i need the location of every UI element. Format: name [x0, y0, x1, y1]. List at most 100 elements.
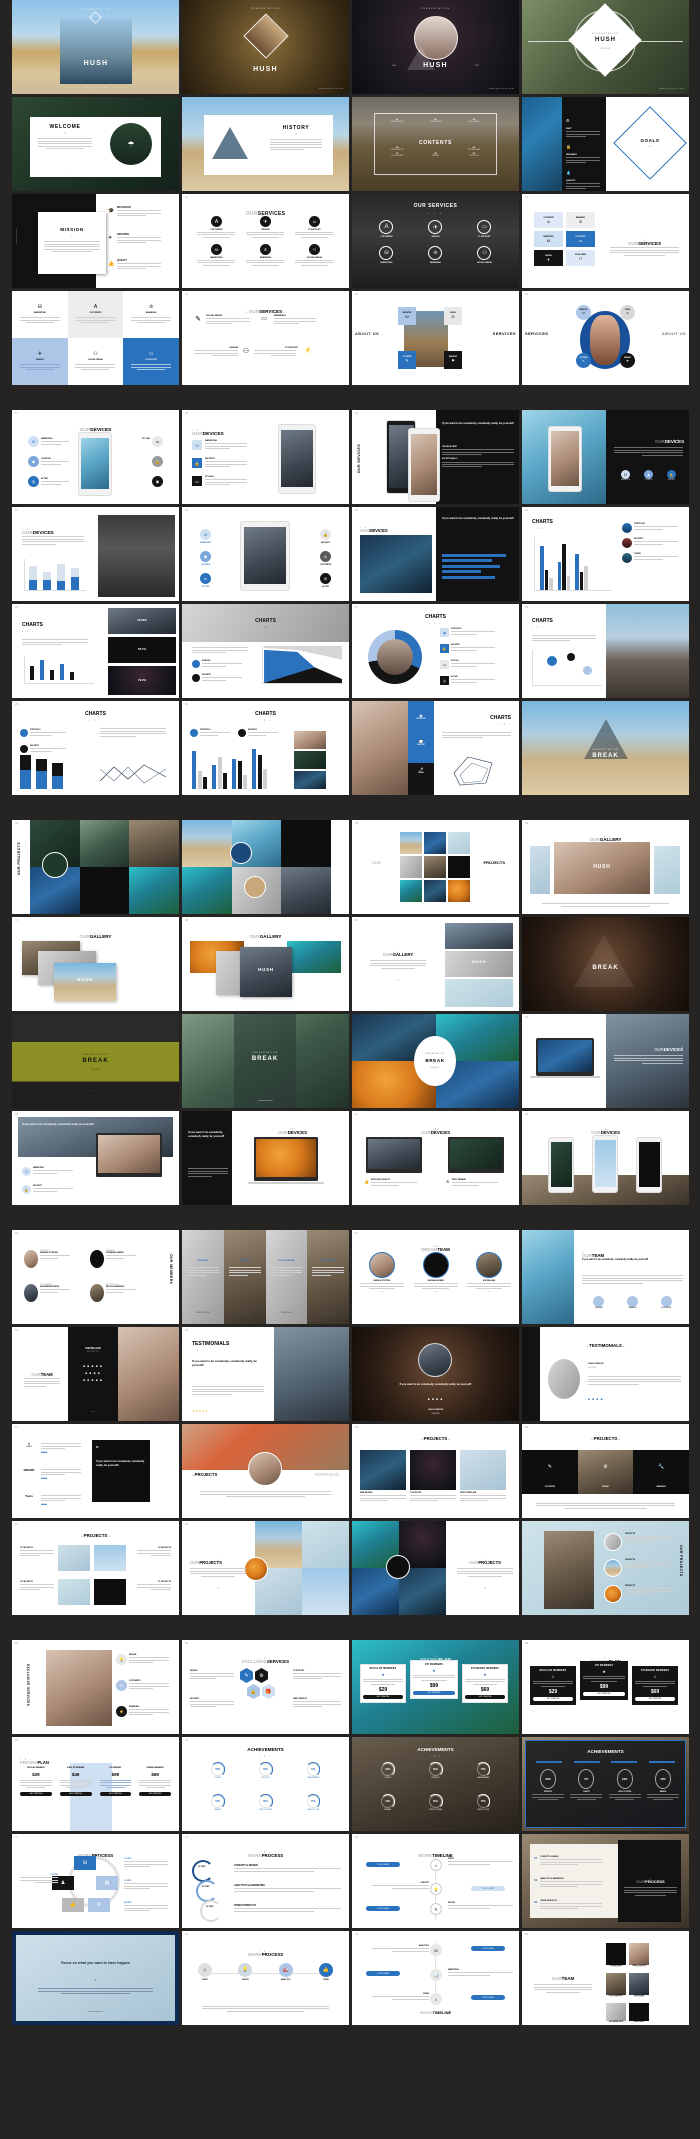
project-card[interactable]: PRINT TEMPLATE: [460, 1450, 506, 1503]
device-feature[interactable]: 🔒 SECURITY: [320, 529, 331, 544]
team-member[interactable]: KIM WILLIAM PHOTOGRAPHER: [629, 1973, 649, 1998]
tile-branding[interactable]: BRANDING ⚑: [444, 351, 462, 369]
achievement-ring[interactable]: 65% CUPS OF COFFEE: [428, 1794, 443, 1811]
slide-thumbnail[interactable]: PRESENTATION BREAK www.yoursite.com: [182, 1014, 349, 1108]
slide-thumbnail[interactable]: 63 OURPROJECTS ✦ ✦: [352, 1521, 519, 1615]
slide-thumbnail[interactable]: 48 OURDEVICES • ✦ •: [522, 1111, 689, 1205]
exclusive-item[interactable]: 💡 DESIGN: [116, 1654, 169, 1665]
slide-thumbnail[interactable]: 19 OUR DEVICES If you want to be somebod…: [352, 410, 519, 504]
thumbs-up-icon[interactable]: 👍: [62, 1898, 84, 1912]
slide-thumbnail[interactable]: 14 ✦ OURSERVICES ✦ ✎ SOCIAL MEDIA ▭ BRAN…: [182, 291, 349, 385]
panel-item[interactable]: ◉ PORTFOLIO: [410, 713, 432, 720]
plan-cta[interactable]: GET STARTED: [465, 1694, 505, 1699]
slide-thumbnail[interactable]: 70 ACHIEVEMENTS • ✦ • 65% CLIENTS 60% PROJ…: [182, 1737, 349, 1831]
collage-photo[interactable]: [302, 1521, 349, 1568]
slide-thumbnail[interactable]: Focus on what you want to have happen ✦ …: [12, 1931, 179, 2025]
timeline-button[interactable]: CLICK HERE: [366, 1862, 400, 1867]
project-entry[interactable]: PROJECTS: [604, 1585, 671, 1603]
timeline-button[interactable]: CLICK HERE: [471, 1886, 505, 1891]
device-feature[interactable]: MARKETING: [41, 438, 69, 446]
project-card[interactable]: WEB DESIGN: [360, 1450, 406, 1503]
slide-thumbnail[interactable]: 33 OUR PROJECTS: [12, 820, 179, 914]
mosaic-photo[interactable]: [79, 820, 130, 867]
slide-thumbnail[interactable]: 67 PRICINGPLAN ✦ REGULAR MEMBERS ★ $29 G…: [352, 1640, 519, 1734]
slide-thumbnail[interactable]: 57 ❝ LOGO ■■■■ BRAND ■■■■ Tools ■■■■ ❞ If…: [12, 1424, 179, 1518]
chip-design[interactable]: DESIGN ♔: [620, 305, 635, 320]
grid-photo[interactable]: [424, 880, 446, 902]
achievement-ring[interactable]: 70% TEAM MEMBERS: [476, 1762, 491, 1779]
service-tile[interactable]: SOCIAL MEDIA ⚇: [566, 250, 595, 266]
chip-copywrite[interactable]: COPYWRITE ✎: [576, 353, 591, 368]
service-tile[interactable]: IT SUPPORT ▭: [566, 231, 595, 247]
slide-thumbnail[interactable]: 75 WORKTIMELINE CLICK HERE ⌂ START CONCE…: [352, 1834, 519, 1928]
chip-marketing[interactable]: ⛁ MARKETING: [621, 470, 630, 481]
panel-item[interactable]: 💬 SUPPORT: [410, 739, 432, 746]
project-tile[interactable]: ⚙ DESIGN: [577, 1450, 634, 1494]
slide-thumbnail[interactable]: 34 OUR PROJECTS: [182, 820, 349, 914]
exclusive-item[interactable]: DESIGN: [190, 1670, 234, 1681]
gallery-photo-main[interactable]: [240, 947, 292, 997]
slide-thumbnail[interactable]: 76 01CONCEPT & DESIGN 02ANALYTICS & MARK…: [522, 1834, 689, 1928]
slide-thumbnail[interactable]: 35 OUR PROJECTS: [352, 820, 519, 914]
device-feature[interactable]: 👍 EXCELLENT QUALITY: [364, 1179, 417, 1187]
stat-item[interactable]: ILLUSTRATOR: [660, 1296, 672, 1309]
pricing-card-featured[interactable]: VIP MEMBERS $99 GET STARTED: [96, 1767, 136, 1797]
process-item[interactable]: 02 ANALYTICS & MARKETING: [534, 1878, 603, 1889]
stylish-icon[interactable]: ▭: [152, 436, 163, 447]
device-feature[interactable]: ⛁ MARKETING: [192, 440, 247, 451]
timeline-button[interactable]: CLICK HERE: [471, 1995, 505, 2000]
service-item[interactable]: BRANDING: [274, 315, 318, 326]
doc-icon[interactable]: ▤: [96, 1876, 118, 1890]
slide-thumbnail[interactable]: 9 www.yoursite.com MISSION ✦ 🎓 EDUCATION…: [12, 194, 179, 288]
mosaic-photo[interactable]: [79, 867, 130, 914]
plan-cta[interactable]: GET STARTED: [583, 1691, 625, 1696]
team-member[interactable]: PROGRAMMER ALEXANDER SMITH: [24, 1284, 70, 1302]
timeline-item[interactable]: FINISH: [372, 1993, 429, 2001]
plan-cta[interactable]: GET STARTED: [363, 1694, 403, 1699]
device-feature[interactable]: 🔒 SECURITY: [192, 458, 247, 469]
slide-thumbnail[interactable]: 73 WORKPROCESS ⛁ ♟ ▤ 👍 ♔ 01 STEP 02 STEP…: [12, 1834, 179, 1928]
active-icon[interactable]: ◎: [28, 476, 39, 487]
mosaic-photo[interactable]: [281, 820, 331, 867]
slide-thumbnail[interactable]: 15 ABOUT US SERVICES MARKETING ⛁ DESIGN …: [352, 291, 519, 385]
project-entry[interactable]: PROJECTS: [604, 1559, 671, 1577]
team-member[interactable]: JHORDAN GREEN • ✦ •: [413, 1252, 458, 1293]
service-item[interactable]: ♔ BRANDING: [241, 244, 290, 267]
service-item[interactable]: ▭ IT SUPPORT: [460, 220, 509, 238]
device-feature[interactable]: ACTIVE: [41, 478, 69, 486]
service-tile[interactable]: COPYWRITE A: [534, 212, 563, 228]
pricing-card[interactable]: REGULAR MEMBERS ☆ $29 GET STARTED: [530, 1666, 576, 1705]
chip-security[interactable]: 🔒 SECURITY: [667, 470, 676, 481]
pricing-card[interactable]: PREMIUM MEMBERS $69 GET STARTED: [135, 1767, 175, 1797]
exclusive-item[interactable]: ✎ COPYWRITE: [116, 1680, 169, 1691]
service-item[interactable]: ⚇ SOCIAL MEDIA: [290, 244, 339, 267]
slide-thumbnail[interactable]: PRESENTATION BREAK 2016 | 2017 www.yours…: [12, 1014, 179, 1108]
slide-thumbnail[interactable]: 66 EXCLUSIVESERVICES • ✦ • ✎ ⚙ 🔒 🎁 DESIG…: [182, 1640, 349, 1734]
slide-thumbnail[interactable]: 61 ✦ PROJECTS ✦ 17 PROJECTS 22 PROJECTS …: [12, 1521, 179, 1615]
slide-thumbnail[interactable]: 78 WORKPROCESS • ✦ • ⌂ START 💡 DESIGN 🏭 ANA…: [182, 1931, 349, 2025]
chip-location[interactable]: ◉ LOCATION: [644, 470, 653, 481]
legend-item[interactable]: SECURITY: [622, 538, 684, 548]
legend-item[interactable]: 🔒 SECURITY: [440, 644, 495, 653]
service-cell[interactable]: A COPYWRITE: [67, 291, 124, 338]
slide-thumbnail[interactable]: 21 OURDEVICES • ✦ •: [12, 507, 179, 601]
service-item[interactable]: A COPYWRITE: [362, 220, 411, 238]
legend-item[interactable]: PORTFOLIO: [190, 729, 230, 737]
team-member[interactable]: MANAGER JHORDAN GREEN: [90, 1250, 136, 1268]
stat-item[interactable]: DESIGNER: [593, 1296, 605, 1309]
slide-thumbnail[interactable]: 58 ✦ PROJECTS PORTFOLIO: [182, 1424, 349, 1518]
service-cell[interactable]: ▭ IT SUPPORT: [123, 338, 179, 385]
project-entry[interactable]: 31 PROJECTS: [137, 1581, 171, 1592]
project-entry[interactable]: PROJECTS: [604, 1533, 671, 1551]
service-item[interactable]: A COPYWRITE: [192, 216, 241, 239]
slide-thumbnail[interactable]: 10 OURSERVICES ✦ A COPYWRITE ✈ DESIGN ▭ …: [182, 194, 349, 288]
collage-photo[interactable]: [302, 1568, 349, 1615]
slide-thumbnail[interactable]: ⚙ FAST 🔒 RELIABLE 💧 QUALITY GOALS ✦: [522, 97, 689, 191]
project-tile[interactable]: ✎ COPYWRITE: [522, 1450, 578, 1494]
slide-thumbnail[interactable]: 37 OURGALLERY • ✦ • HUSH: [12, 917, 179, 1011]
service-item[interactable]: ♔ BRANDING: [411, 246, 460, 264]
process-step[interactable]: ANALYTICS & MARKETING: [234, 1884, 341, 1893]
process-step[interactable]: FINISH PRODUCTS: [234, 1904, 341, 1913]
achievement-ring[interactable]: 65% CLIENTS: [380, 1762, 395, 1779]
service-item[interactable]: SOCIAL MEDIA: [206, 315, 254, 326]
